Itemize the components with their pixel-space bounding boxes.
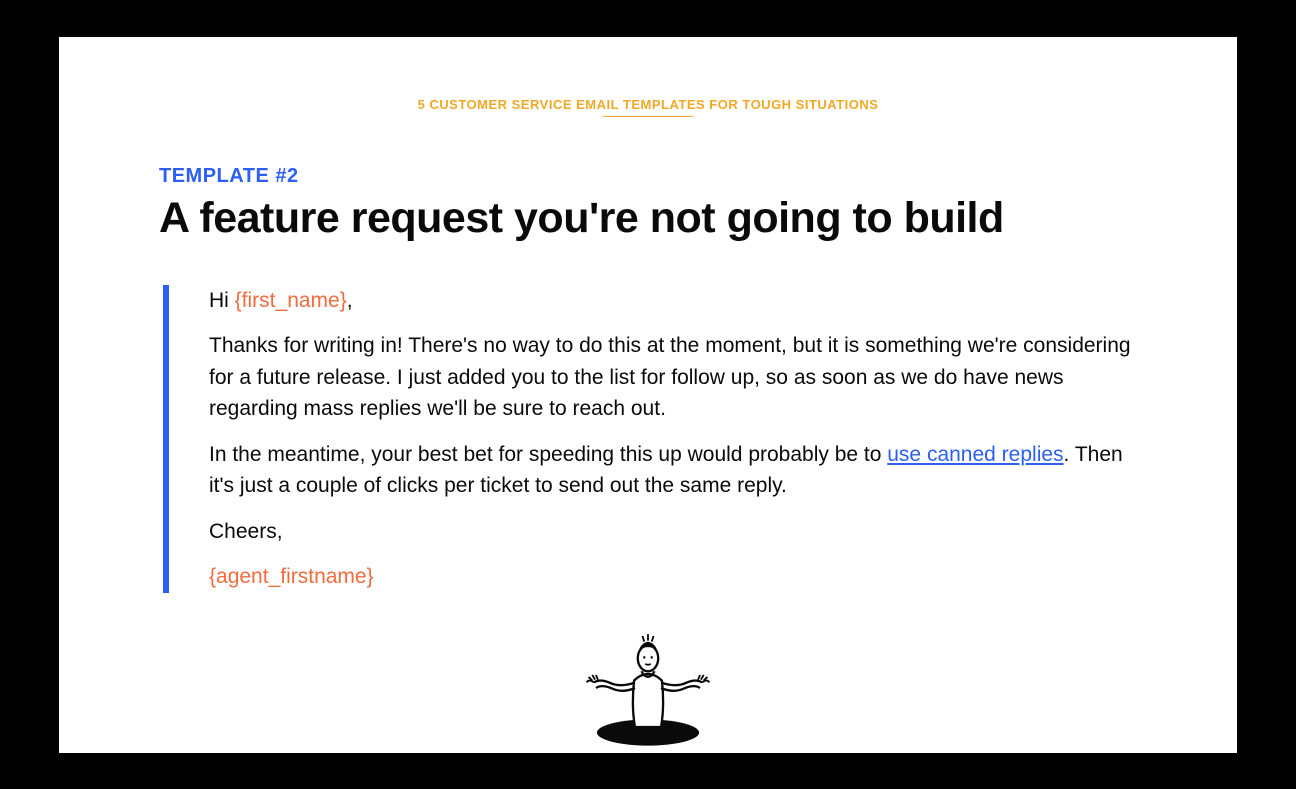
page-title: A feature request you're not going to bu… <box>159 194 1137 243</box>
paragraph-2: In the meantime, your best bet for speed… <box>209 439 1137 502</box>
header-label: 5 CUSTOMER SERVICE EMAIL TEMPLATES FOR T… <box>159 97 1137 112</box>
shrug-person-icon <box>553 623 743 753</box>
greeting-prefix: Hi <box>209 289 235 312</box>
header-underline <box>603 116 693 117</box>
canned-replies-link[interactable]: use canned replies <box>887 443 1063 466</box>
shrug-illustration <box>159 623 1137 753</box>
p2-prefix: In the meantime, your best bet for speed… <box>209 443 887 466</box>
paragraph-1: Thanks for writing in! There's no way to… <box>209 330 1137 425</box>
greeting-line: Hi {first_name}, <box>209 285 1137 317</box>
email-template-block: Hi {first_name}, Thanks for writing in! … <box>163 285 1137 593</box>
template-number-label: TEMPLATE #2 <box>159 165 1137 188</box>
document-page: 5 CUSTOMER SERVICE EMAIL TEMPLATES FOR T… <box>59 37 1237 753</box>
signoff-line: Cheers, <box>209 516 1137 548</box>
agent-name-line: {agent_firstname} <box>209 561 1137 593</box>
agent-placeholder: {agent_firstname} <box>209 565 374 588</box>
greeting-suffix: , <box>347 289 353 312</box>
firstname-placeholder: {first_name} <box>235 289 347 312</box>
